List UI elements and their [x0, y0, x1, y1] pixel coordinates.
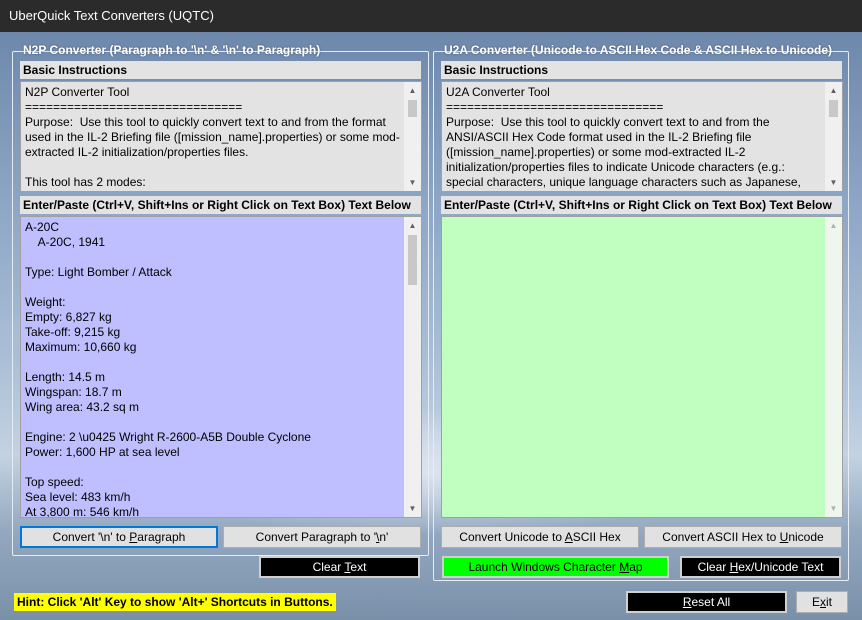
- convert-n-to-paragraph-button[interactable]: Convert '\n' to Paragraph: [20, 526, 218, 548]
- scroll-down-icon[interactable]: ▼: [825, 174, 842, 191]
- n2p-input-line: Take-off: 9,215 kg: [25, 325, 121, 339]
- n2p-instructions-scrollbar[interactable]: ▲ ▼: [404, 82, 421, 191]
- n2p-input-line: Wing area: 43.2 sq m: [25, 400, 140, 414]
- scroll-up-icon[interactable]: ▲: [825, 82, 842, 99]
- n2p-instructions-text: N2P Converter Tool =====================…: [25, 85, 400, 189]
- convert-unicode-to-ascii-hex-button[interactable]: Convert Unicode to ASCII Hex: [441, 526, 639, 548]
- scroll-thumb[interactable]: [408, 100, 417, 117]
- scroll-down-icon[interactable]: ▼: [404, 500, 421, 517]
- scroll-thumb[interactable]: [829, 100, 838, 117]
- u2a-group-title: U2A Converter (Unicode to ASCII Hex Code…: [444, 43, 833, 57]
- scroll-down-icon[interactable]: ▼: [404, 174, 421, 191]
- n2p-input-line: A-20C, 1941: [25, 235, 106, 249]
- u2a-instructions-text: U2A Converter Tool =====================…: [446, 85, 801, 189]
- n2p-input-line: Type: Light Bomber / Attack: [25, 265, 172, 279]
- n2p-input-line: Engine: 2 \u0425 Wright R-2600-A5B Doubl…: [25, 430, 311, 444]
- u2a-instructions-label: Basic Instructions: [441, 61, 842, 79]
- n2p-input-line: Weight:: [25, 295, 66, 309]
- launch-character-map-button[interactable]: Launch Windows Character Map: [442, 556, 669, 578]
- n2p-input-scrollbar[interactable]: ▲ ▼: [404, 217, 421, 517]
- scroll-up-icon[interactable]: ▲: [404, 217, 421, 234]
- scroll-thumb[interactable]: [408, 235, 417, 285]
- scroll-up-icon[interactable]: ▲: [825, 217, 842, 234]
- scroll-down-icon[interactable]: ▼: [825, 500, 842, 517]
- n2p-input-line: At 3,800 m: 546 km/h: [25, 505, 140, 518]
- n2p-input-line: [25, 250, 401, 265]
- n2p-input-line: Maximum: 10,660 kg: [25, 340, 137, 354]
- u2a-input-scrollbar[interactable]: ▲ ▼: [825, 217, 842, 517]
- reset-all-button[interactable]: Reset All: [626, 591, 787, 613]
- n2p-input-line: [25, 415, 401, 430]
- convert-paragraph-to-n-button[interactable]: Convert Paragraph to '\n': [223, 526, 421, 548]
- n2p-group-title: N2P Converter (Paragraph to '\n' & '\n' …: [23, 43, 321, 57]
- n2p-instructions-label: Basic Instructions: [20, 61, 421, 79]
- n2p-input-line: Power: 1,600 HP at sea level: [25, 445, 180, 459]
- n2p-input-line: Length: 14.5 m: [25, 370, 106, 384]
- hint-text: Hint: Click 'Alt' Key to show 'Alt+' Sho…: [14, 593, 336, 611]
- window-title: UberQuick Text Converters (UQTC): [0, 0, 862, 32]
- u2a-input-label: Enter/Paste (Ctrl+V, Shift+Ins or Right …: [441, 196, 842, 214]
- u2a-instructions-scrollbar[interactable]: ▲ ▼: [825, 82, 842, 191]
- u2a-input-textarea[interactable]: ▲ ▼: [441, 216, 843, 518]
- exit-button[interactable]: Exit: [796, 591, 848, 613]
- clear-hex-unicode-text-button[interactable]: Clear Hex/Unicode Text: [680, 556, 841, 578]
- scroll-up-icon[interactable]: ▲: [404, 82, 421, 99]
- n2p-input-line: [25, 280, 401, 295]
- n2p-input-line: Wingspan: 18.7 m: [25, 385, 122, 399]
- n2p-instructions-box[interactable]: N2P Converter Tool =====================…: [20, 81, 422, 192]
- u2a-instructions-box[interactable]: U2A Converter Tool =====================…: [441, 81, 843, 192]
- n2p-input-line: Sea level: 483 km/h: [25, 490, 131, 504]
- n2p-input-textarea[interactable]: A-20C A-20C, 1941 Type: Light Bomber / A…: [20, 216, 422, 518]
- n2p-input-line: [25, 355, 401, 370]
- n2p-input-line: Empty: 6,827 kg: [25, 310, 112, 324]
- n2p-input-line: Top speed:: [25, 475, 84, 489]
- n2p-input-label: Enter/Paste (Ctrl+V, Shift+Ins or Right …: [20, 196, 421, 214]
- convert-ascii-hex-to-unicode-button[interactable]: Convert ASCII Hex to Unicode: [644, 526, 842, 548]
- clear-text-button[interactable]: Clear Text: [259, 556, 420, 578]
- n2p-input-line: A-20C: [25, 220, 60, 234]
- n2p-input-line: [25, 460, 401, 475]
- n2p-input-text: A-20C A-20C, 1941 Type: Light Bomber / A…: [21, 217, 421, 518]
